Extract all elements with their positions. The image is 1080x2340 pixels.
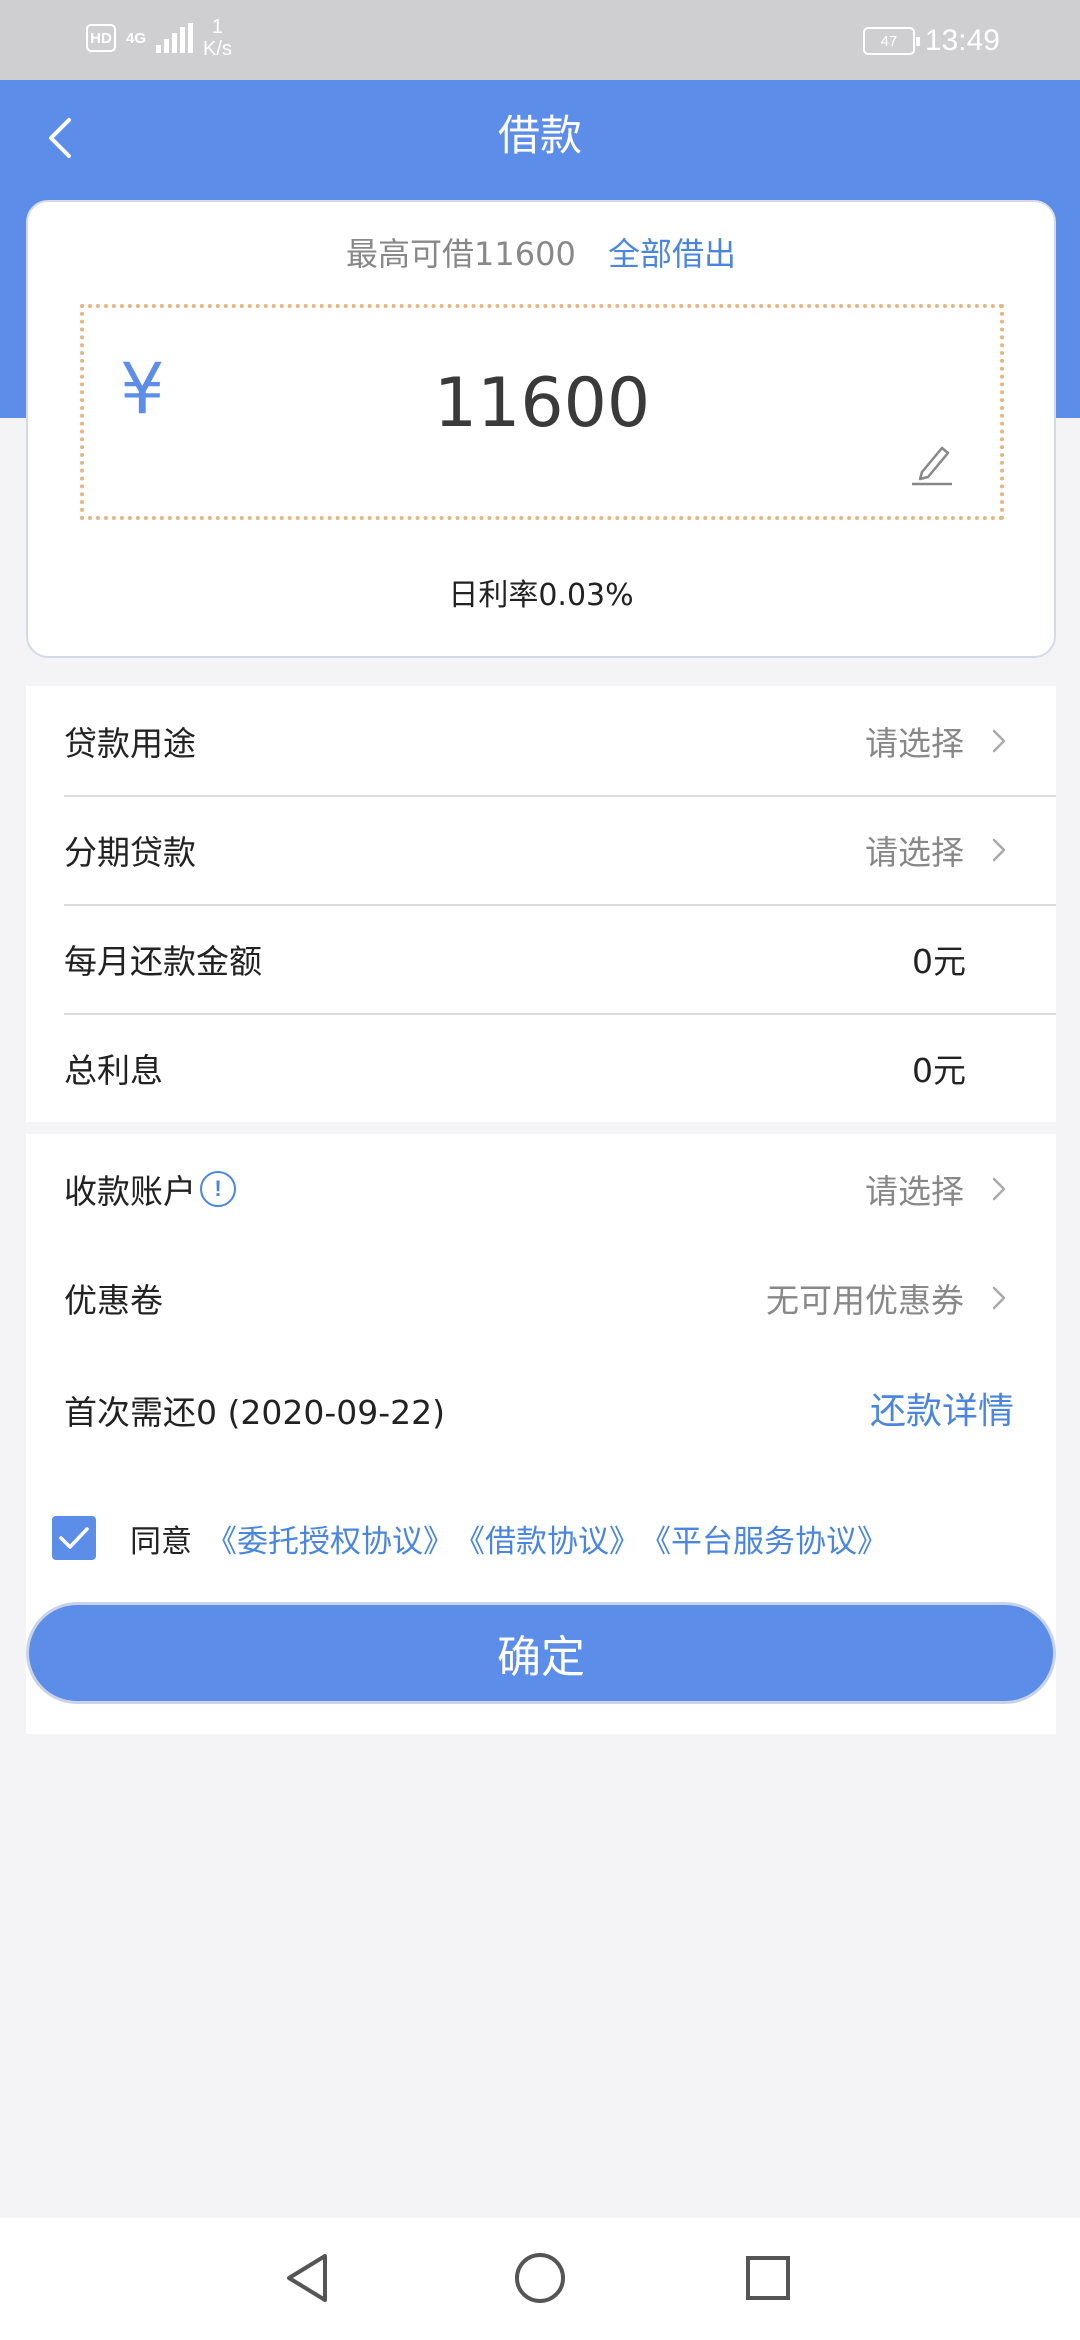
row-label: 贷款用途 <box>64 723 196 763</box>
checkmark-icon <box>59 1527 89 1549</box>
info-icon[interactable]: ! <box>200 1170 236 1207</box>
signal-icon <box>156 23 194 53</box>
row-value: 无可用优惠券 <box>766 1280 964 1320</box>
network-speed-value: 1 <box>211 16 224 38</box>
first-repayment-text: 首次需还0 (2020-09-22) <box>64 1393 446 1432</box>
status-bar: HD 4G 1 K/s 47 13:49 <box>0 0 1080 80</box>
row-label: 总利息 <box>64 1050 163 1090</box>
row-loan-purpose[interactable]: 贷款用途 请选择 <box>26 686 1056 795</box>
row-coupon[interactable]: 优惠卷 无可用优惠券 <box>26 1243 1056 1352</box>
confirm-button[interactable]: 确定 <box>26 1602 1056 1704</box>
link-platform-service-agreement[interactable]: 《平台服务协议》 <box>640 1516 888 1561</box>
network-speed: 1 K/s <box>203 16 232 60</box>
triangle-back-icon <box>287 2254 327 2302</box>
agree-label: 同意 <box>130 1523 192 1560</box>
amount-input-box[interactable]: ¥ 11600 <box>80 304 1004 520</box>
nav-back-button[interactable] <box>276 2246 340 2310</box>
row-receiving-account[interactable]: 收款账户 ! 请选择 <box>26 1134 1056 1243</box>
link-entrust-authorization-agreement[interactable]: 《委托授权协议》 <box>206 1516 454 1561</box>
loan-amount-card: 最高可借11600 全部借出 ¥ 11600 日利率0.03% <box>26 200 1056 658</box>
square-recents-icon <box>746 2256 790 2300</box>
edit-amount-button[interactable] <box>908 440 956 488</box>
repayment-detail-link[interactable]: 还款详情 <box>870 1384 1014 1440</box>
pencil-icon <box>912 446 952 486</box>
link-loan-agreement[interactable]: 《借款协议》 <box>454 1516 640 1561</box>
max-loan-limit: 最高可借11600 <box>346 235 576 273</box>
row-value: 请选择 <box>865 832 964 872</box>
row-label: 分期贷款 <box>64 832 196 872</box>
page-title: 借款 <box>497 111 582 160</box>
borrow-all-button[interactable]: 全部借出 <box>608 235 736 273</box>
hd-badge: HD <box>86 24 116 52</box>
loan-amount-value[interactable]: 11600 <box>84 364 1000 444</box>
account-panel: 收款账户 ! 请选择 优惠卷 无可用优惠券 首次需还0 (2020-09-22)… <box>26 1134 1056 1734</box>
chevron-right-icon <box>992 1177 1006 1201</box>
row-value: 0元 <box>912 1050 966 1090</box>
row-total-interest: 总利息 0元 <box>26 1013 1056 1122</box>
chevron-right-icon <box>992 838 1006 862</box>
limit-line: 最高可借11600 全部借出 <box>28 230 1054 278</box>
status-left: HD 4G 1 K/s <box>86 16 232 60</box>
row-label: 每月还款金额 <box>64 941 262 981</box>
status-right: 47 13:49 <box>862 24 1000 58</box>
row-value: 0元 <box>912 941 966 981</box>
row-label: 优惠卷 <box>64 1280 163 1320</box>
chevron-right-icon <box>992 1286 1006 1310</box>
daily-interest-rate: 日利率0.03% <box>448 578 634 613</box>
battery-level: 47 <box>880 32 898 50</box>
row-value: 请选择 <box>865 723 964 763</box>
loan-details-panel: 贷款用途 请选择 分期贷款 请选择 每月还款金额 0元 总利息 0元 <box>26 686 1056 1122</box>
chevron-right-icon <box>992 729 1006 753</box>
agree-checkbox[interactable] <box>52 1516 96 1560</box>
network-type: 4G <box>126 29 147 47</box>
circle-home-icon <box>515 2253 565 2303</box>
agreement-row: 同意 《委托授权协议》 《借款协议》 《平台服务协议》 <box>52 1510 888 1566</box>
row-label: 收款账户 <box>64 1171 196 1211</box>
navigation-bar <box>0 2218 1080 2340</box>
battery-icon: 47 <box>862 27 920 55</box>
row-installment[interactable]: 分期贷款 请选择 <box>26 795 1056 904</box>
nav-home-button[interactable] <box>508 2246 572 2310</box>
status-time: 13:49 <box>924 24 1000 57</box>
network-speed-unit: K/s <box>203 38 232 60</box>
row-monthly-repayment: 每月还款金额 0元 <box>26 904 1056 1013</box>
row-value: 请选择 <box>865 1171 964 1211</box>
nav-recents-button[interactable] <box>736 2246 800 2310</box>
